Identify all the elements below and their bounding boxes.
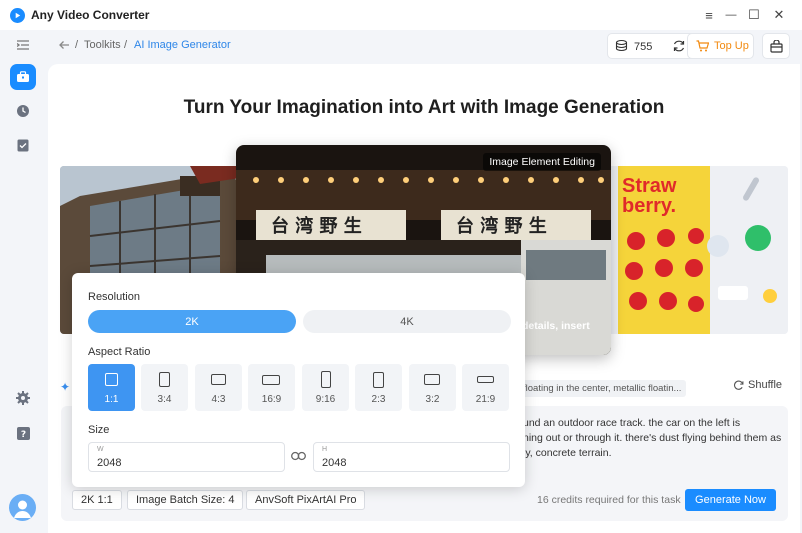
aspect-21-9-option[interactable]: 21:9	[462, 364, 509, 411]
help-icon[interactable]: ?	[10, 420, 36, 446]
breadcrumb-toolkits[interactable]: Toolkits	[84, 39, 121, 51]
aspect-label: 3:4	[157, 394, 172, 405]
aspect-1-1-option[interactable]: 1:1	[88, 364, 135, 411]
prompt-line: und an outdoor race track. the car on th…	[523, 417, 741, 429]
refresh-icon[interactable]	[672, 39, 686, 53]
aspect-ratio-label: Aspect Ratio	[88, 346, 151, 358]
title-bar: Any Video Converter ≡ — ☐ ✕	[0, 0, 802, 30]
height-field-label: H	[322, 446, 328, 453]
aspect-label: 1:1	[104, 394, 119, 405]
credits-required-text: 16 credits required for this task	[537, 494, 681, 506]
width-field-label: W	[97, 446, 104, 453]
aspect-3-2-option[interactable]: 3:2	[409, 364, 456, 411]
model-chip[interactable]: AnvSoft PixArtAI Pro	[246, 490, 366, 510]
resolution-label: Resolution	[88, 291, 140, 303]
store-button[interactable]	[762, 33, 790, 59]
landscape-ratio-icon	[424, 374, 440, 385]
settings-icon[interactable]	[10, 385, 36, 411]
image-overlay-text: details, insert	[522, 320, 590, 332]
prompt-suggestion-chip[interactable]: floating in the center, metallic floatin…	[518, 380, 687, 397]
shuffle-button[interactable]: Shuffle	[733, 379, 782, 391]
sidebar-item-history[interactable]	[10, 98, 36, 124]
svg-text:berry.: berry.	[622, 195, 676, 217]
landscape-ratio-icon	[211, 374, 226, 385]
svg-text:台 湾 野 生: 台 湾 野 生	[271, 215, 362, 237]
cart-icon	[696, 40, 709, 52]
batch-size-chip[interactable]: Image Batch Size: 4	[127, 490, 244, 510]
aspect-label: 4:3	[211, 394, 226, 405]
sidebar-collapse-icon[interactable]	[10, 32, 36, 58]
breadcrumb-separator: /	[124, 39, 128, 51]
bag-icon	[769, 39, 783, 53]
breadcrumb-current: AI Image Generator	[134, 39, 231, 51]
credits-count: 755	[634, 41, 653, 53]
svg-text:Straw: Straw	[622, 175, 677, 197]
aspect-16-9-option[interactable]: 16:9	[248, 364, 295, 411]
shuffle-icon	[734, 380, 744, 390]
image-editing-badge: Image Element Editing	[483, 153, 601, 171]
close-button[interactable]: ✕	[770, 6, 788, 24]
portrait-ratio-icon	[373, 372, 384, 388]
aspect-label: 3:2	[425, 394, 440, 405]
aspect-label: 2:3	[371, 394, 386, 405]
top-up-label: Top Up	[714, 40, 749, 52]
sparkle-icon: ✦	[60, 380, 71, 394]
resolution-4k-option[interactable]: 4K	[303, 310, 511, 333]
app-title: Any Video Converter	[31, 8, 150, 22]
minimize-button[interactable]: —	[722, 6, 740, 24]
breadcrumb-separator: /	[75, 39, 79, 51]
height-field[interactable]: H 2048	[313, 442, 510, 472]
maximize-button[interactable]: ☐	[745, 6, 763, 24]
nav-bar: / Toolkits / AI Image Generator 755 Top …	[46, 30, 802, 62]
resolution-chip[interactable]: 2K 1:1	[72, 490, 122, 510]
prompt-line: ly, concrete terrain.	[523, 447, 612, 459]
aspect-label: 16:9	[261, 394, 282, 405]
height-value: 2048	[322, 457, 347, 469]
aspect-3-4-option[interactable]: 3:4	[141, 364, 188, 411]
sidebar-item-tasks[interactable]	[10, 132, 36, 158]
aspect-4-3-option[interactable]: 4:3	[195, 364, 242, 411]
page-title: Turn Your Imagination into Art with Imag…	[183, 97, 665, 118]
aspect-2-3-option[interactable]: 2:3	[355, 364, 402, 411]
app-logo-icon	[10, 8, 25, 23]
coins-icon	[615, 39, 628, 52]
aspect-9-16-option[interactable]: 9:16	[302, 364, 349, 411]
settings-popup: Resolution 2K 4K Aspect Ratio 1:1 3:4 4:…	[72, 273, 525, 487]
sample-image-strawberry: Straw berry.	[608, 166, 788, 334]
width-value: 2048	[97, 457, 122, 469]
shuffle-label: Shuffle	[748, 379, 783, 391]
prompt-line: ning out or through it. there's dust fly…	[523, 432, 782, 444]
square-ratio-icon	[105, 373, 118, 386]
tall-ratio-icon	[321, 371, 331, 388]
sidebar-item-toolkits[interactable]	[10, 64, 36, 90]
prompt-text[interactable]: und an outdoor race track. the car on th…	[523, 416, 783, 461]
back-arrow-icon[interactable]	[58, 38, 70, 54]
sidebar: ?	[0, 30, 46, 533]
link-ratio-icon[interactable]	[291, 451, 306, 461]
menu-icon[interactable]: ≡	[700, 6, 718, 24]
width-field[interactable]: W 2048	[88, 442, 285, 472]
size-label: Size	[88, 424, 110, 436]
wide-ratio-icon	[262, 375, 280, 385]
aspect-label: 9:16	[315, 394, 336, 405]
aspect-label: 21:9	[475, 394, 496, 405]
generate-now-button[interactable]: Generate Now	[685, 489, 776, 511]
ultrawide-ratio-icon	[477, 376, 494, 383]
svg-text:台 湾 野 生: 台 湾 野 生	[456, 215, 547, 237]
top-up-button[interactable]: Top Up	[687, 33, 754, 59]
svg-text:?: ?	[20, 430, 25, 440]
avatar[interactable]	[9, 494, 36, 521]
portrait-ratio-icon	[159, 372, 170, 387]
resolution-2k-option[interactable]: 2K	[88, 310, 296, 333]
